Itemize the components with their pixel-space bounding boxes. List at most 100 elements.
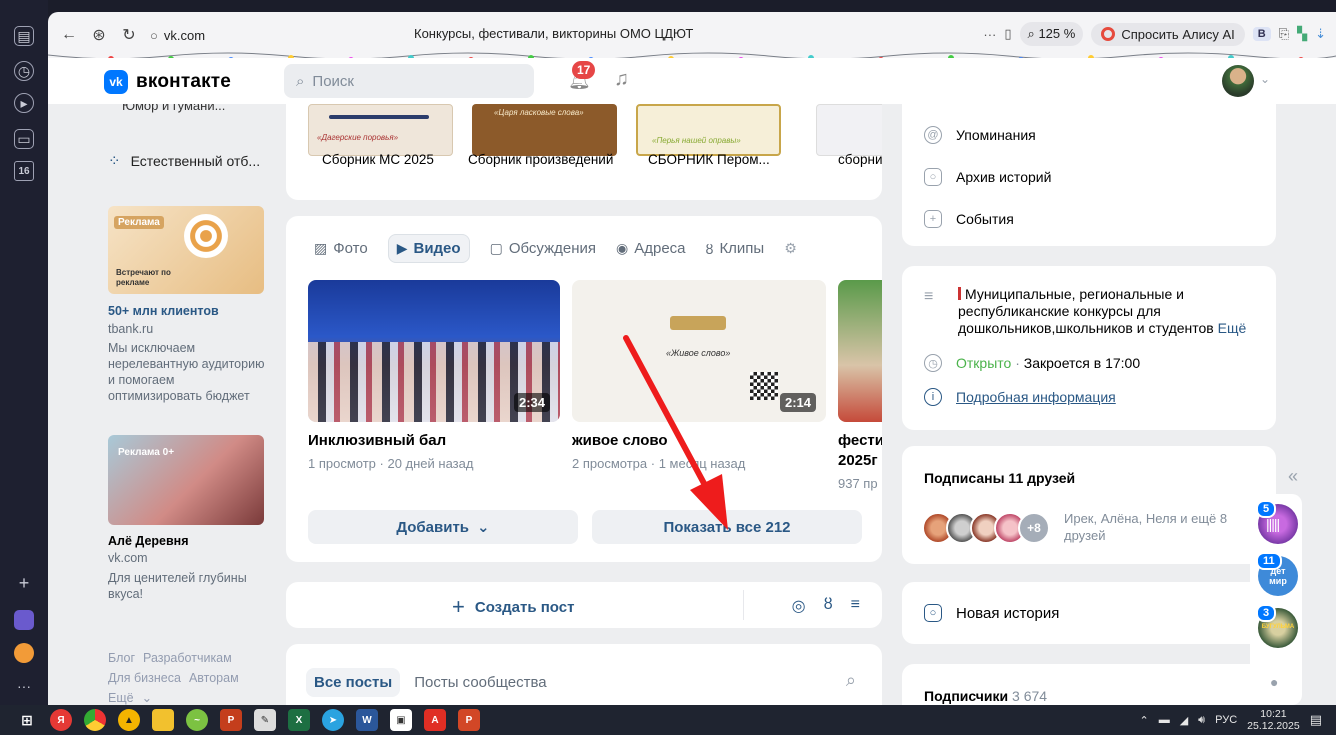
collapse-icon[interactable]: « (1288, 466, 1298, 487)
friends-names[interactable]: Ирек, Алёна, Неля и ещё 8 друзей (1064, 510, 1244, 544)
clips-icon[interactable]: ȣ (824, 596, 833, 616)
music-icon[interactable]: ♫ (614, 68, 629, 91)
tab-video[interactable]: ▶ Видео (387, 234, 470, 263)
counter-badge[interactable]: 16 (14, 161, 34, 181)
add-icon[interactable]: + (14, 573, 34, 593)
new-story-button[interactable]: ○ Новая история (924, 604, 1059, 622)
menu-item-natural-selection[interactable]: ⁘ Естественный отб... (108, 152, 260, 170)
pdf-icon[interactable]: A (424, 709, 446, 731)
video-title[interactable]: Инклюзивный бал (308, 432, 446, 449)
chevron-up-icon[interactable]: ⌃ (1139, 714, 1148, 727)
more-icon[interactable]: ··· (14, 676, 34, 696)
extension-b-icon[interactable]: B (1252, 27, 1271, 41)
vk-logo[interactable]: vk вконтакте (104, 70, 231, 94)
album-label[interactable]: СБОРНИК Пером... (648, 152, 770, 167)
battery-icon[interactable]: ▬ (1159, 714, 1170, 726)
notifications-icon[interactable]: ▤ (1310, 712, 1322, 728)
history-icon[interactable]: ◷ (14, 61, 34, 81)
text-format-icon[interactable]: ≡ (851, 596, 860, 616)
tab-all-posts[interactable]: Все посты (306, 668, 401, 697)
more-dots-icon[interactable]: ··· (983, 27, 996, 42)
chrome-icon[interactable] (84, 709, 106, 731)
footer-link-blog[interactable]: Блог (108, 651, 135, 665)
video-thumb[interactable]: 2:34 (308, 280, 560, 422)
album-thumb[interactable]: «Дагерские поровья» (308, 104, 453, 156)
search-icon[interactable]: ⌕ (846, 670, 856, 691)
gamepad-icon[interactable]: ▭ (14, 129, 34, 149)
ask-alice-button[interactable]: Спросить Алису AI (1091, 22, 1245, 46)
bookmark-icon[interactable]: ▯ (1004, 26, 1011, 42)
volume-icon[interactable]: 🔊︎ (1198, 714, 1205, 727)
album-label[interactable]: Сборник МС 2025 (322, 152, 434, 167)
play-icon[interactable]: ▸ (14, 93, 34, 113)
user-avatar[interactable] (1222, 65, 1254, 97)
tab-photo[interactable]: ▨ Фото (314, 240, 368, 257)
powerpoint-icon[interactable]: P (220, 709, 242, 731)
ad-title[interactable]: 50+ млн клиентов (108, 304, 219, 318)
reload-icon[interactable]: ↻ (114, 25, 144, 45)
friends-more-badge[interactable]: +8 (1018, 512, 1050, 544)
menu-item-cut[interactable]: Юмор и гумани... (122, 104, 225, 113)
create-post-button[interactable]: + Создать пост (452, 594, 574, 620)
network-icon[interactable]: ◢ (1180, 714, 1188, 727)
video-title[interactable]: фести (838, 432, 882, 449)
clock[interactable]: 10:21 25.12.2025 (1247, 708, 1300, 732)
ad-url[interactable]: tbank.ru (108, 322, 153, 336)
chevron-down-icon[interactable]: ⌄ (1260, 72, 1270, 86)
telegram-icon[interactable]: ➤ (322, 709, 344, 731)
menu-events[interactable]: + События (924, 210, 1014, 228)
footer-link-authors[interactable]: Авторам (189, 671, 239, 685)
album-label[interactable]: сборни (838, 152, 882, 167)
subscribers-row[interactable]: Подписчики 3 674 (924, 688, 1047, 704)
ad-title[interactable]: Алё Деревня (108, 534, 189, 548)
language-indicator[interactable]: РУС (1215, 714, 1237, 726)
tab-discussions[interactable]: ▢ Обсуждения (490, 240, 596, 257)
ad-url[interactable]: vk.com (108, 551, 148, 565)
paint-icon[interactable]: ✎ (254, 709, 276, 731)
video-thumb[interactable] (838, 280, 882, 422)
translate-icon[interactable]: ⎘ (1279, 26, 1289, 42)
chat-icon[interactable]: ◎ (792, 596, 806, 616)
more-link[interactable]: Ещё (1218, 320, 1247, 336)
new-story-card[interactable]: ○ Новая история (902, 582, 1276, 644)
friends-title[interactable]: Подписаны 11 друзей (924, 470, 1075, 486)
tab-addresses[interactable]: ◉ Адреса (616, 240, 686, 257)
folder-icon[interactable] (152, 709, 174, 731)
tabs-icon[interactable]: ▤ (14, 26, 34, 46)
zoom-indicator[interactable]: ⌕ 125 % (1019, 22, 1084, 46)
album-thumb[interactable]: «Царя ласковые слова» (472, 104, 617, 156)
footer-link-dev[interactable]: Разработчикам (143, 651, 232, 665)
app2-icon[interactable] (14, 643, 34, 663)
message-icon[interactable]: ● (1270, 674, 1278, 690)
windows-start-icon[interactable]: ⊞ (16, 709, 38, 731)
app-icon[interactable]: ▲ (118, 709, 140, 731)
tab-clips[interactable]: ȣ Клипы (706, 240, 765, 257)
menu-mentions[interactable]: @ Упоминания (924, 126, 1036, 144)
add-button[interactable]: Добавить ⌄ (308, 510, 578, 544)
back-icon[interactable]: ← (54, 26, 84, 44)
powerpoint-icon[interactable]: P (458, 709, 480, 731)
yandex-browser-icon[interactable]: Я (50, 709, 72, 731)
footer-link-more[interactable]: Ещё (108, 691, 134, 705)
ad-image[interactable]: Реклама Встречают по рекламе (108, 206, 264, 294)
address-bar[interactable]: ○ vk.com (150, 28, 310, 43)
app-icon[interactable]: ~ (186, 709, 208, 731)
album-thumb[interactable] (816, 104, 882, 156)
album-thumb[interactable]: «Перья нашей оправы» (636, 104, 781, 156)
settings-icon[interactable]: ⚙ (784, 240, 797, 257)
excel-icon[interactable]: X (288, 709, 310, 731)
footer-link-business[interactable]: Для бизнеса (108, 671, 181, 685)
word-icon[interactable]: W (356, 709, 378, 731)
details-link[interactable]: i Подробная информация (924, 388, 1116, 406)
ad-image[interactable]: Реклама 0+ (108, 435, 264, 525)
app-icon[interactable] (14, 610, 34, 630)
shield-icon[interactable]: ⊛ (84, 25, 114, 45)
search-input[interactable]: ⌕ Поиск (284, 64, 534, 98)
menu-stories-archive[interactable]: ○ Архив историй (924, 168, 1051, 186)
album-label[interactable]: Сборник произведений (468, 152, 613, 167)
tab-community-posts[interactable]: Посты сообщества (414, 674, 546, 691)
subscribers-card[interactable]: Подписчики 3 674 (902, 664, 1276, 705)
extension-icon[interactable]: ▚ (1297, 26, 1307, 42)
chevron-down-icon[interactable]: ⌄ (142, 691, 152, 705)
download-icon[interactable]: ⇣ (1315, 26, 1326, 42)
